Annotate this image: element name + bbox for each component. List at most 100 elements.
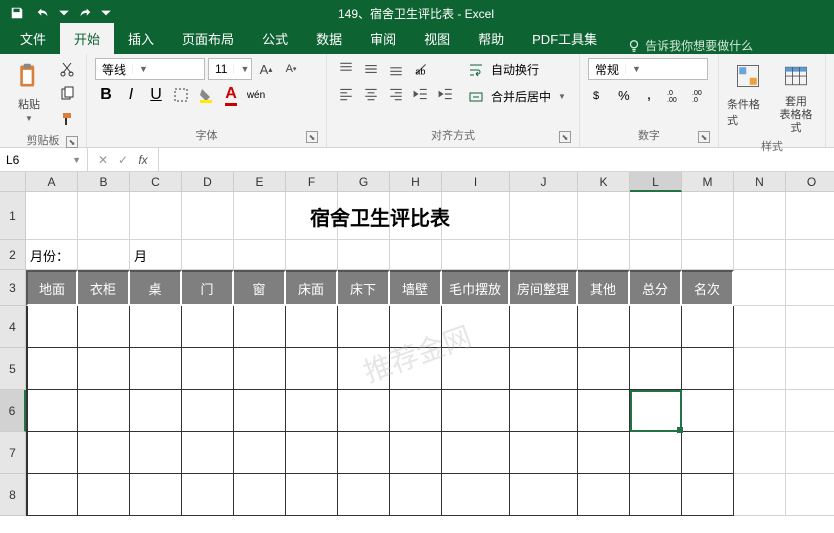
data-cell-A6[interactable] [26,390,78,432]
tab-help[interactable]: 帮助 [464,23,518,54]
table-header-10[interactable]: 其他 [578,270,630,306]
table-header-7[interactable]: 墙壁 [390,270,442,306]
data-cell-D6[interactable] [182,390,234,432]
align-top-button[interactable] [335,58,357,80]
table-header-0[interactable]: 地面 [26,270,78,306]
align-center-button[interactable] [360,83,382,105]
cell-O1[interactable] [786,192,834,240]
accounting-button[interactable]: $ [588,84,610,106]
tab-pdf[interactable]: PDF工具集 [518,23,611,54]
percent-button[interactable]: % [613,84,635,106]
data-cell-G5[interactable] [338,348,390,390]
data-cell-C6[interactable] [130,390,182,432]
row-header-7[interactable]: 7 [0,432,26,474]
cell-N3[interactable] [734,270,786,306]
col-header-E[interactable]: E [234,172,286,192]
tab-view[interactable]: 视图 [410,23,464,54]
data-cell-L7[interactable] [630,432,682,474]
table-header-6[interactable]: 床下 [338,270,390,306]
col-header-J[interactable]: J [510,172,578,192]
col-header-N[interactable]: N [734,172,786,192]
cell-N8[interactable] [734,474,786,516]
cell-O4[interactable] [786,306,834,348]
sheet-title[interactable]: 宿舍卫生评比表 [26,192,734,240]
table-header-4[interactable]: 窗 [234,270,286,306]
fx-button[interactable]: fx [134,151,152,169]
redo-button[interactable] [74,2,96,24]
data-cell-J8[interactable] [510,474,578,516]
col-header-L[interactable]: L [630,172,682,192]
cell-I2[interactable] [442,240,510,270]
data-cell-I6[interactable] [442,390,510,432]
data-cell-E5[interactable] [234,348,286,390]
data-cell-I8[interactable] [442,474,510,516]
tab-formulas[interactable]: 公式 [248,23,302,54]
table-header-1[interactable]: 衣柜 [78,270,130,306]
data-cell-J6[interactable] [510,390,578,432]
data-cell-B6[interactable] [78,390,130,432]
data-cell-K4[interactable] [578,306,630,348]
data-cell-M7[interactable] [682,432,734,474]
data-cell-E7[interactable] [234,432,286,474]
col-header-O[interactable]: O [786,172,834,192]
cell-N1[interactable] [734,192,786,240]
data-cell-I4[interactable] [442,306,510,348]
cell-O2[interactable] [786,240,834,270]
phonetic-button[interactable]: wén [245,84,267,106]
data-cell-K6[interactable] [578,390,630,432]
table-header-8[interactable]: 毛巾摆放 [442,270,510,306]
cell-N5[interactable] [734,348,786,390]
data-cell-A8[interactable] [26,474,78,516]
data-cell-H4[interactable] [390,306,442,348]
decrease-decimal-button[interactable]: .00.0 [688,84,710,106]
data-cell-M4[interactable] [682,306,734,348]
data-cell-M8[interactable] [682,474,734,516]
month-value[interactable]: 月 [130,240,182,270]
cell-N4[interactable] [734,306,786,348]
tab-data[interactable]: 数据 [302,23,356,54]
row-header-4[interactable]: 4 [0,306,26,348]
data-cell-E8[interactable] [234,474,286,516]
data-cell-A5[interactable] [26,348,78,390]
font-color-button[interactable]: A [220,84,242,106]
cell-E2[interactable] [234,240,286,270]
row-header-1[interactable]: 1 [0,192,26,240]
table-header-5[interactable]: 床面 [286,270,338,306]
table-header-9[interactable]: 房间整理 [510,270,578,306]
cell-F2[interactable] [286,240,338,270]
data-cell-K5[interactable] [578,348,630,390]
conditional-format-button[interactable]: 条件格式 [727,58,769,128]
fill-handle[interactable] [677,427,683,433]
data-cell-I7[interactable] [442,432,510,474]
paste-button[interactable]: 粘贴 ▼ [8,58,50,123]
tell-me-input[interactable]: 告诉我你想要做什么 [617,37,763,54]
col-header-H[interactable]: H [390,172,442,192]
data-cell-J4[interactable] [510,306,578,348]
decrease-indent-button[interactable] [410,83,432,105]
cell-O7[interactable] [786,432,834,474]
data-cell-C7[interactable] [130,432,182,474]
col-header-M[interactable]: M [682,172,734,192]
cell-K2[interactable] [578,240,630,270]
data-cell-A7[interactable] [26,432,78,474]
col-header-K[interactable]: K [578,172,630,192]
undo-button[interactable] [32,2,54,24]
cell-O6[interactable] [786,390,834,432]
cell-N6[interactable] [734,390,786,432]
cell-N7[interactable] [734,432,786,474]
data-cell-C4[interactable] [130,306,182,348]
increase-font-button[interactable]: A▴ [255,58,277,80]
align-right-button[interactable] [385,83,407,105]
name-box[interactable]: L6 ▼ [0,148,88,171]
undo-dropdown[interactable] [58,2,70,24]
row-header-8[interactable]: 8 [0,474,26,516]
cell-L2[interactable] [630,240,682,270]
name-box-dropdown[interactable]: ▼ [72,155,81,165]
format-painter-button[interactable] [56,108,78,130]
cell-O5[interactable] [786,348,834,390]
merge-center-button[interactable]: 合并后居中 ▼ [463,85,571,108]
italic-button[interactable]: I [120,84,142,106]
row-header-6[interactable]: 6 [0,390,26,432]
row-header-5[interactable]: 5 [0,348,26,390]
font-size-combo[interactable]: 11▼ [208,58,252,80]
